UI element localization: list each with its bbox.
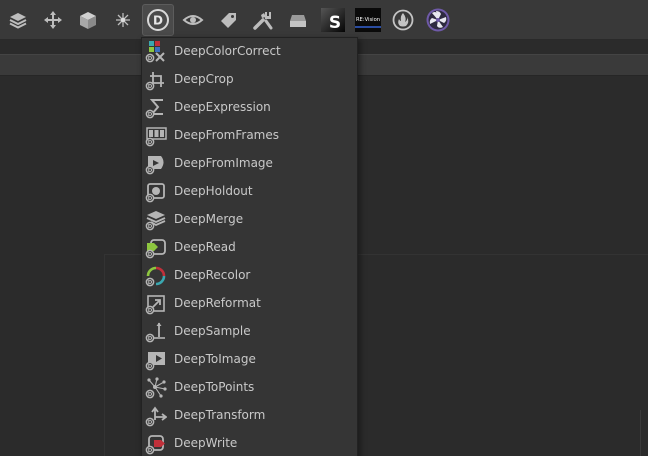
deep-reformat-icon: D <box>145 293 167 315</box>
svg-text:D: D <box>153 14 163 28</box>
panel-divider <box>640 410 648 456</box>
menu-item-label: DeepColorCorrect <box>174 44 281 58</box>
svg-text:D: D <box>148 168 153 174</box>
deep-color-correct-icon: D <box>145 41 167 63</box>
deep-holdout-icon: D <box>145 181 167 203</box>
menu-item-deep-merge[interactable]: D DeepMerge <box>142 206 357 234</box>
menu-item-deep-recolor[interactable]: D DeepRecolor <box>142 262 357 290</box>
menu-item-deep-expression[interactable]: D DeepExpression <box>142 94 357 122</box>
deep-from-image-icon: D <box>145 153 167 175</box>
tag-icon <box>217 9 239 31</box>
deep-to-points-icon: D <box>145 377 167 399</box>
node-toolbar: D S RE:Vision <box>0 0 648 40</box>
revision-icon: RE:Vision <box>354 7 382 33</box>
particles-icon <box>112 9 134 31</box>
particles-toolbar-button[interactable] <box>107 4 139 36</box>
menu-item-label: DeepHoldout <box>174 184 253 198</box>
deep-from-frames-icon: D <box>145 125 167 147</box>
fan-toolbar-button[interactable] <box>422 4 454 36</box>
3d-toolbar-button[interactable] <box>72 4 104 36</box>
menu-item-deep-write[interactable]: D DeepWrite <box>142 430 357 456</box>
svg-text:D: D <box>148 280 153 286</box>
svg-text:D: D <box>148 196 153 202</box>
revision-toolbar-button[interactable]: RE:Vision <box>352 4 384 36</box>
menu-item-label: DeepFromImage <box>174 156 273 170</box>
deep-write-icon: D <box>145 433 167 455</box>
menu-item-label: DeepMerge <box>174 212 244 226</box>
metadata-toolbar-button[interactable] <box>212 4 244 36</box>
svg-text:D: D <box>148 420 153 426</box>
svg-text:D: D <box>148 308 153 314</box>
furnace-toolbar-button[interactable] <box>387 4 419 36</box>
svg-text:D: D <box>148 140 153 146</box>
svg-text:D: D <box>148 336 153 342</box>
views-toolbar-button[interactable] <box>177 4 209 36</box>
deep-icon: D <box>146 8 170 32</box>
menu-item-label: DeepCrop <box>174 72 234 86</box>
menu-item-label: DeepTransform <box>174 408 266 422</box>
menu-item-deep-color-correct[interactable]: D DeepColorCorrect <box>142 38 357 66</box>
menu-item-label: DeepSample <box>174 324 251 338</box>
menu-item-deep-transform[interactable]: D DeepTransform <box>142 402 357 430</box>
deep-transform-icon: D <box>145 405 167 427</box>
menu-item-deep-read[interactable]: D DeepRead <box>142 234 357 262</box>
deep-read-icon: D <box>145 237 167 259</box>
menu-item-label: DeepExpression <box>174 100 271 114</box>
svg-text:D: D <box>148 84 153 90</box>
menu-item-label: DeepRecolor <box>174 268 251 282</box>
deep-crop-icon: D <box>145 69 167 91</box>
deep-merge-icon: D <box>145 209 167 231</box>
eye-icon <box>182 9 204 31</box>
menu-item-label: DeepFromFrames <box>174 128 279 142</box>
svg-text:RE:Vision: RE:Vision <box>356 17 380 23</box>
deep-to-image-icon: D <box>145 349 167 371</box>
menu-item-deep-crop[interactable]: D DeepCrop <box>142 66 357 94</box>
deep-sample-icon: D <box>145 321 167 343</box>
menu-item-deep-from-frames[interactable]: D DeepFromFrames <box>142 122 357 150</box>
menu-item-deep-to-points[interactable]: D DeepToPoints <box>142 374 357 402</box>
svg-text:D: D <box>148 392 153 398</box>
svg-text:D: D <box>148 252 153 258</box>
layers-toolbar-button[interactable] <box>2 4 34 36</box>
deep-toolbar-button[interactable]: D <box>142 4 174 36</box>
menu-item-deep-reformat[interactable]: D DeepReformat <box>142 290 357 318</box>
menu-item-deep-holdout[interactable]: D DeepHoldout <box>142 178 357 206</box>
cube-icon <box>77 9 99 31</box>
svg-text:D: D <box>148 364 153 370</box>
wrench-icon <box>252 9 274 31</box>
layers-icon <box>7 9 29 31</box>
svg-text:D: D <box>148 112 153 118</box>
fan-icon <box>425 7 451 33</box>
svg-text:D: D <box>148 224 153 230</box>
deep-recolor-icon: D <box>145 265 167 287</box>
menu-item-label: DeepReformat <box>174 296 261 310</box>
sapphire-icon: S <box>320 7 346 33</box>
menu-item-deep-to-image[interactable]: D DeepToImage <box>142 346 357 374</box>
deep-nodes-menu: D DeepColorCorrect D DeepCrop D DeepExpr… <box>141 37 358 456</box>
menu-item-label: DeepToPoints <box>174 380 255 394</box>
svg-text:D: D <box>148 56 153 62</box>
menu-item-deep-from-image[interactable]: D DeepFromImage <box>142 150 357 178</box>
menu-item-deep-sample[interactable]: D DeepSample <box>142 318 357 346</box>
menu-item-label: DeepToImage <box>174 352 256 366</box>
sapphire-toolbar-button[interactable]: S <box>317 4 349 36</box>
flame-icon <box>391 8 415 32</box>
deep-expression-icon: D <box>145 97 167 119</box>
svg-text:D: D <box>148 448 153 454</box>
move-icon <box>42 9 64 31</box>
menu-item-label: DeepRead <box>174 240 236 254</box>
menu-item-label: DeepWrite <box>174 436 238 450</box>
svg-text:S: S <box>329 13 341 33</box>
toolsets-toolbar-button[interactable] <box>282 4 314 36</box>
drive-icon <box>287 9 309 31</box>
transform-toolbar-button[interactable] <box>37 4 69 36</box>
other-toolbar-button[interactable] <box>247 4 279 36</box>
